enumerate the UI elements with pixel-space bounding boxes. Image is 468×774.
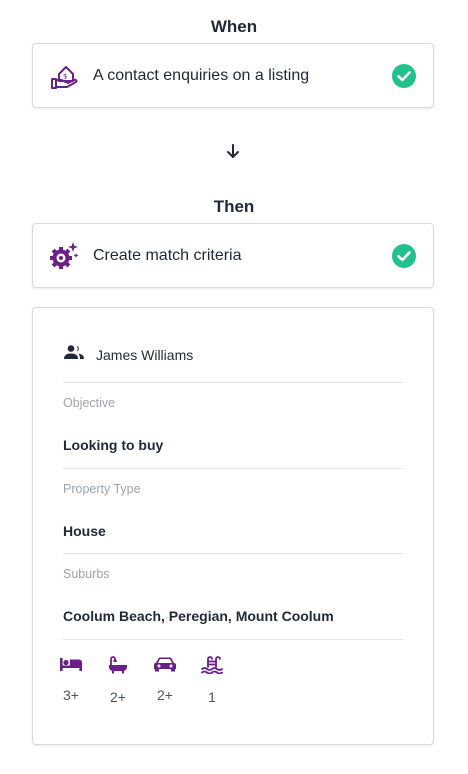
car-spaces-feature: 2+ — [150, 656, 180, 703]
when-heading: When — [210, 17, 258, 36]
gear-sparkle-icon — [49, 241, 79, 271]
house-hand-icon: $ — [49, 61, 79, 91]
bathrooms-feature: 2+ — [103, 656, 133, 705]
check-circle-icon — [392, 243, 416, 268]
bedrooms-count: 3+ — [63, 687, 79, 703]
trigger-label: A contact enquiries on a listing — [93, 66, 310, 84]
check-circle-icon — [392, 63, 416, 88]
divider — [63, 468, 403, 469]
property-type-value: House — [63, 523, 106, 539]
pool-icon — [197, 656, 227, 674]
bedrooms-feature: 3+ — [56, 656, 86, 703]
divider — [63, 382, 403, 383]
arrow-down-icon — [224, 142, 242, 160]
people-icon — [63, 344, 85, 365]
suburbs-label: Suburbs — [63, 567, 110, 581]
suburbs-value: Coolum Beach, Peregian, Mount Coolum — [63, 608, 334, 624]
action-label: Create match criteria — [93, 246, 242, 264]
match-criteria-card: James Williams Objective Looking to buy … — [32, 307, 434, 745]
pools-feature: 1 — [197, 656, 227, 705]
property-type-label: Property Type — [63, 482, 141, 496]
contact-name: James Williams — [96, 346, 194, 363]
divider — [63, 553, 403, 554]
svg-text:$: $ — [63, 72, 67, 80]
trigger-card[interactable]: $ A contact enquiries on a listing — [32, 43, 434, 108]
bed-icon — [56, 656, 86, 672]
divider — [63, 639, 403, 640]
bath-icon — [103, 656, 133, 674]
contact-row[interactable]: James Williams — [63, 344, 193, 365]
objective-value: Looking to buy — [63, 437, 164, 453]
bathrooms-count: 2+ — [110, 689, 126, 705]
then-heading: Then — [213, 197, 255, 216]
action-card[interactable]: Create match criteria — [32, 223, 434, 288]
pools-count: 1 — [208, 689, 216, 705]
objective-label: Objective — [63, 396, 116, 410]
car-spaces-count: 2+ — [157, 687, 173, 703]
car-icon — [150, 656, 180, 672]
